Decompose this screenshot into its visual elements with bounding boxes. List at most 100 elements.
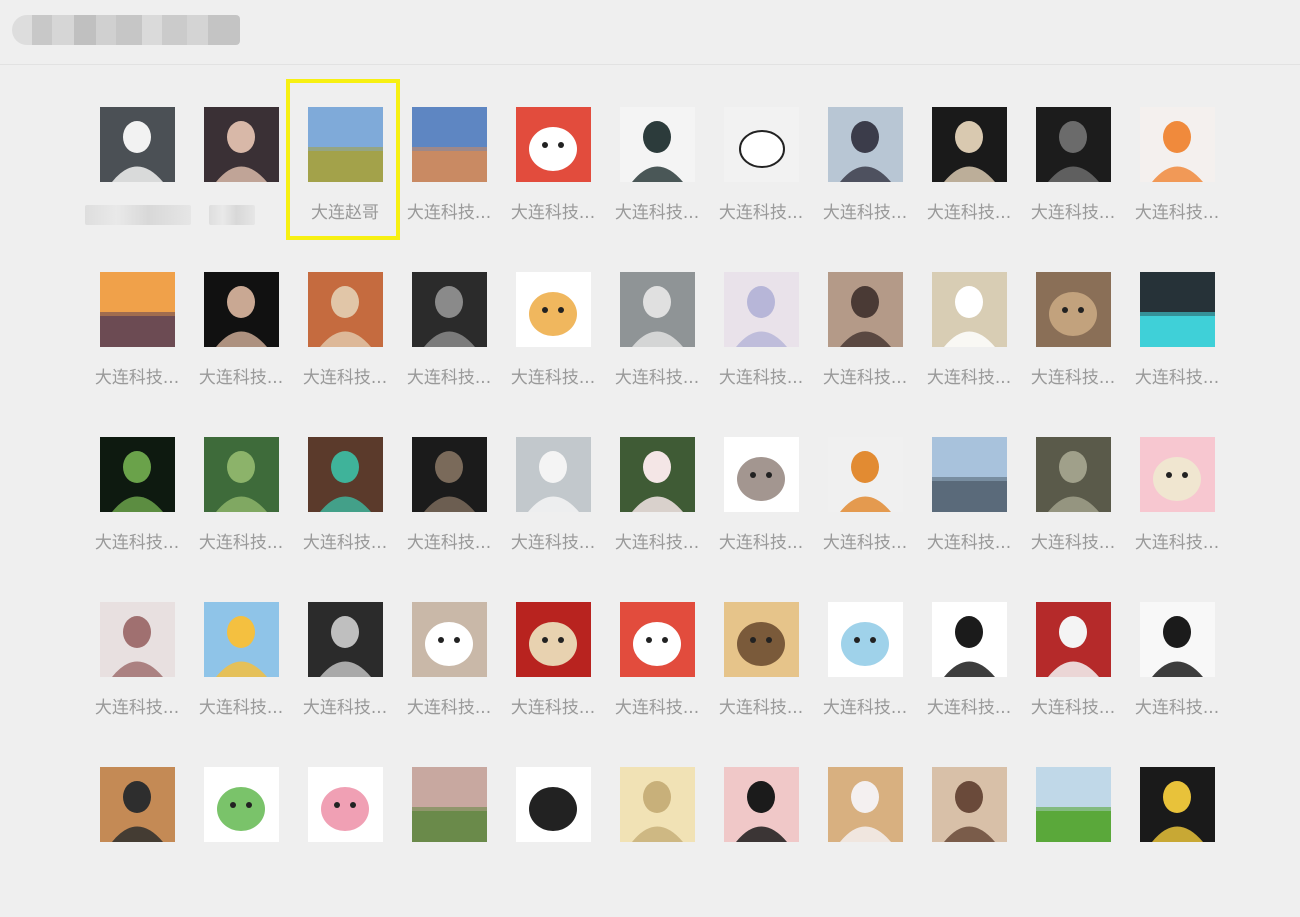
contact-avatar-kamen-rider-dark[interactable] (1140, 767, 1215, 842)
contact-avatar-anime-blonde-girl[interactable] (204, 602, 279, 677)
contact-item[interactable]: 大连科技... (293, 272, 397, 422)
contact-item[interactable]: 大连科技... (917, 107, 1021, 257)
contact-avatar-dog-laptop-red[interactable] (516, 602, 591, 677)
contact-avatar-anime-silver-hair[interactable] (828, 767, 903, 842)
contact-item[interactable]: 大连科技... (293, 437, 397, 587)
contact-avatar-mountain-sunset[interactable] (412, 107, 487, 182)
contact-avatar-cartoon-cat-red-circle[interactable] (516, 107, 591, 182)
contact-item[interactable]: 大连科技... (813, 272, 917, 422)
contact-item[interactable]: 大连科技... (709, 107, 813, 257)
contact-avatar-white-cat-glasses[interactable] (412, 602, 487, 677)
contact-avatar-woman-restaurant[interactable] (100, 767, 175, 842)
contact-item[interactable]: 大连科技... (85, 602, 189, 752)
contact-avatar-woman-garden[interactable] (620, 437, 695, 512)
contact-avatar-manga-ponytail-girl[interactable] (932, 602, 1007, 677)
contact-avatar-tea-leaves[interactable] (1036, 767, 1111, 842)
contact-avatar-anime-white-hair-girl[interactable] (724, 272, 799, 347)
contact-avatar-anime-pirate-hat[interactable] (828, 437, 903, 512)
contact-item[interactable]: 大连科技... (1125, 107, 1229, 257)
contact-avatar-woman-white-dress[interactable] (100, 107, 175, 182)
contact-avatar-anime-dark-teal[interactable] (1140, 272, 1215, 347)
contact-item[interactable]: 大连科技... (189, 437, 293, 587)
contact-item[interactable]: 大连科技... (1021, 437, 1125, 587)
contact-item[interactable] (813, 767, 917, 917)
contact-item[interactable]: 大连科技... (1125, 437, 1229, 587)
contact-avatar-person-lying-grass[interactable] (204, 437, 279, 512)
contact-item[interactable]: 大连科技... (605, 272, 709, 422)
contact-avatar-silhouette-window[interactable] (412, 437, 487, 512)
contact-avatar-anime-gray-hair[interactable] (620, 272, 695, 347)
contact-avatar-blank-round-face-sketch[interactable] (724, 107, 799, 182)
contact-item[interactable]: 大连科技... (397, 437, 501, 587)
contact-avatar-lu-xun-portrait[interactable] (308, 602, 383, 677)
contact-item[interactable] (501, 767, 605, 917)
contact-item[interactable] (1021, 767, 1125, 917)
contact-item[interactable]: 大连科技... (917, 272, 1021, 422)
contact-avatar-dog-blanket[interactable] (1036, 272, 1111, 347)
contact-item[interactable] (293, 767, 397, 917)
contact-item[interactable]: 大连科技... (501, 107, 605, 257)
contact-item[interactable]: 大连科技... (397, 602, 501, 752)
contact-avatar-child-green-shirt[interactable] (308, 437, 383, 512)
contact-item[interactable]: 大连科技... (917, 437, 1021, 587)
contact-avatar-cat-jar-sticker[interactable] (516, 272, 591, 347)
contact-avatar-girl-lace-headdress[interactable] (100, 602, 175, 677)
contact-avatar-manga-boy-dark[interactable] (204, 272, 279, 347)
contact-avatar-bear-reading-pink[interactable] (828, 602, 903, 677)
contact-avatar-manga-glasses-boy[interactable] (1140, 602, 1215, 677)
contact-avatar-china-red-wall[interactable] (1036, 602, 1111, 677)
contact-avatar-anime-orange-hoodie[interactable] (1140, 107, 1215, 182)
contact-avatar-field-path-girl[interactable] (412, 767, 487, 842)
contact-item[interactable]: 大连科技... (189, 602, 293, 752)
contact-avatar-hello-kitty-laptop[interactable] (932, 272, 1007, 347)
contact-item[interactable]: 大连科技... (501, 437, 605, 587)
contact-avatar-blonde-hair-closeup[interactable] (620, 767, 695, 842)
contact-item[interactable] (709, 767, 813, 917)
contact-avatar-dragon-dark[interactable] (1036, 437, 1111, 512)
contact-avatar-anime-white-hair-boy[interactable] (516, 437, 591, 512)
contact-item[interactable]: 大连科技... (189, 272, 293, 422)
contact-item[interactable] (917, 767, 1021, 917)
contact-avatar-forest-figure-dark[interactable] (100, 437, 175, 512)
contact-item[interactable] (1125, 767, 1229, 917)
contact-avatar-anime-dark-bob[interactable] (724, 767, 799, 842)
contact-avatar-penguin-cartoon[interactable] (724, 437, 799, 512)
contact-avatar-anime-girl-goggles[interactable] (932, 767, 1007, 842)
contact-item[interactable]: 大连科技... (397, 272, 501, 422)
contact-avatar-dark-hand-photo[interactable] (1036, 107, 1111, 182)
contact-item[interactable] (605, 767, 709, 917)
contact-item[interactable]: 大连科技... (501, 272, 605, 422)
contact-avatar-girl-room-photo[interactable] (828, 272, 903, 347)
contact-item[interactable]: 大连科技... (1021, 602, 1125, 752)
contact-item[interactable] (397, 767, 501, 917)
contact-avatar-field-blue-sky[interactable] (308, 107, 383, 182)
contact-item[interactable]: 大连科技... (501, 602, 605, 752)
contact-avatar-city-sunset[interactable] (100, 272, 175, 347)
contact-item[interactable] (85, 107, 191, 257)
contact-item[interactable]: 大连赵哥 (293, 107, 397, 257)
contact-avatar-pink-cat-fire-eyes[interactable] (308, 767, 383, 842)
contact-item[interactable]: 大连科技... (1021, 107, 1125, 257)
contact-avatar-white-dog-fire-eyes[interactable] (516, 767, 591, 842)
contact-item[interactable]: 大连科技... (813, 437, 917, 587)
contact-item[interactable]: 大连科技... (709, 602, 813, 752)
contact-avatar-dark-stairs-figure[interactable] (412, 272, 487, 347)
contact-item[interactable]: 大连科技... (293, 602, 397, 752)
contact-item[interactable]: 大连科技... (1125, 602, 1229, 752)
contact-avatar-woman-long-hair-flowers[interactable] (204, 107, 279, 182)
contact-item[interactable]: 大连科技... (1125, 272, 1229, 422)
contact-item[interactable]: 大连科技... (605, 437, 709, 587)
contact-avatar-green-monster-sticker[interactable] (204, 767, 279, 842)
contact-item[interactable]: 大连科技... (605, 107, 709, 257)
contact-item[interactable]: 大连科技... (605, 602, 709, 752)
contact-item[interactable]: 大连科技... (709, 272, 813, 422)
contact-avatar-man-eating-noodles[interactable] (308, 272, 383, 347)
contact-item[interactable] (85, 767, 189, 917)
contact-item[interactable]: 大连科技... (1021, 272, 1125, 422)
contact-item[interactable]: 大连科技... (709, 437, 813, 587)
contact-avatar-pink-pig-stripes[interactable] (1140, 437, 1215, 512)
contact-item[interactable] (189, 767, 293, 917)
contact-item[interactable] (189, 107, 293, 257)
contact-item[interactable]: 大连科技... (813, 107, 917, 257)
contact-avatar-child-cartoon-door[interactable] (724, 602, 799, 677)
